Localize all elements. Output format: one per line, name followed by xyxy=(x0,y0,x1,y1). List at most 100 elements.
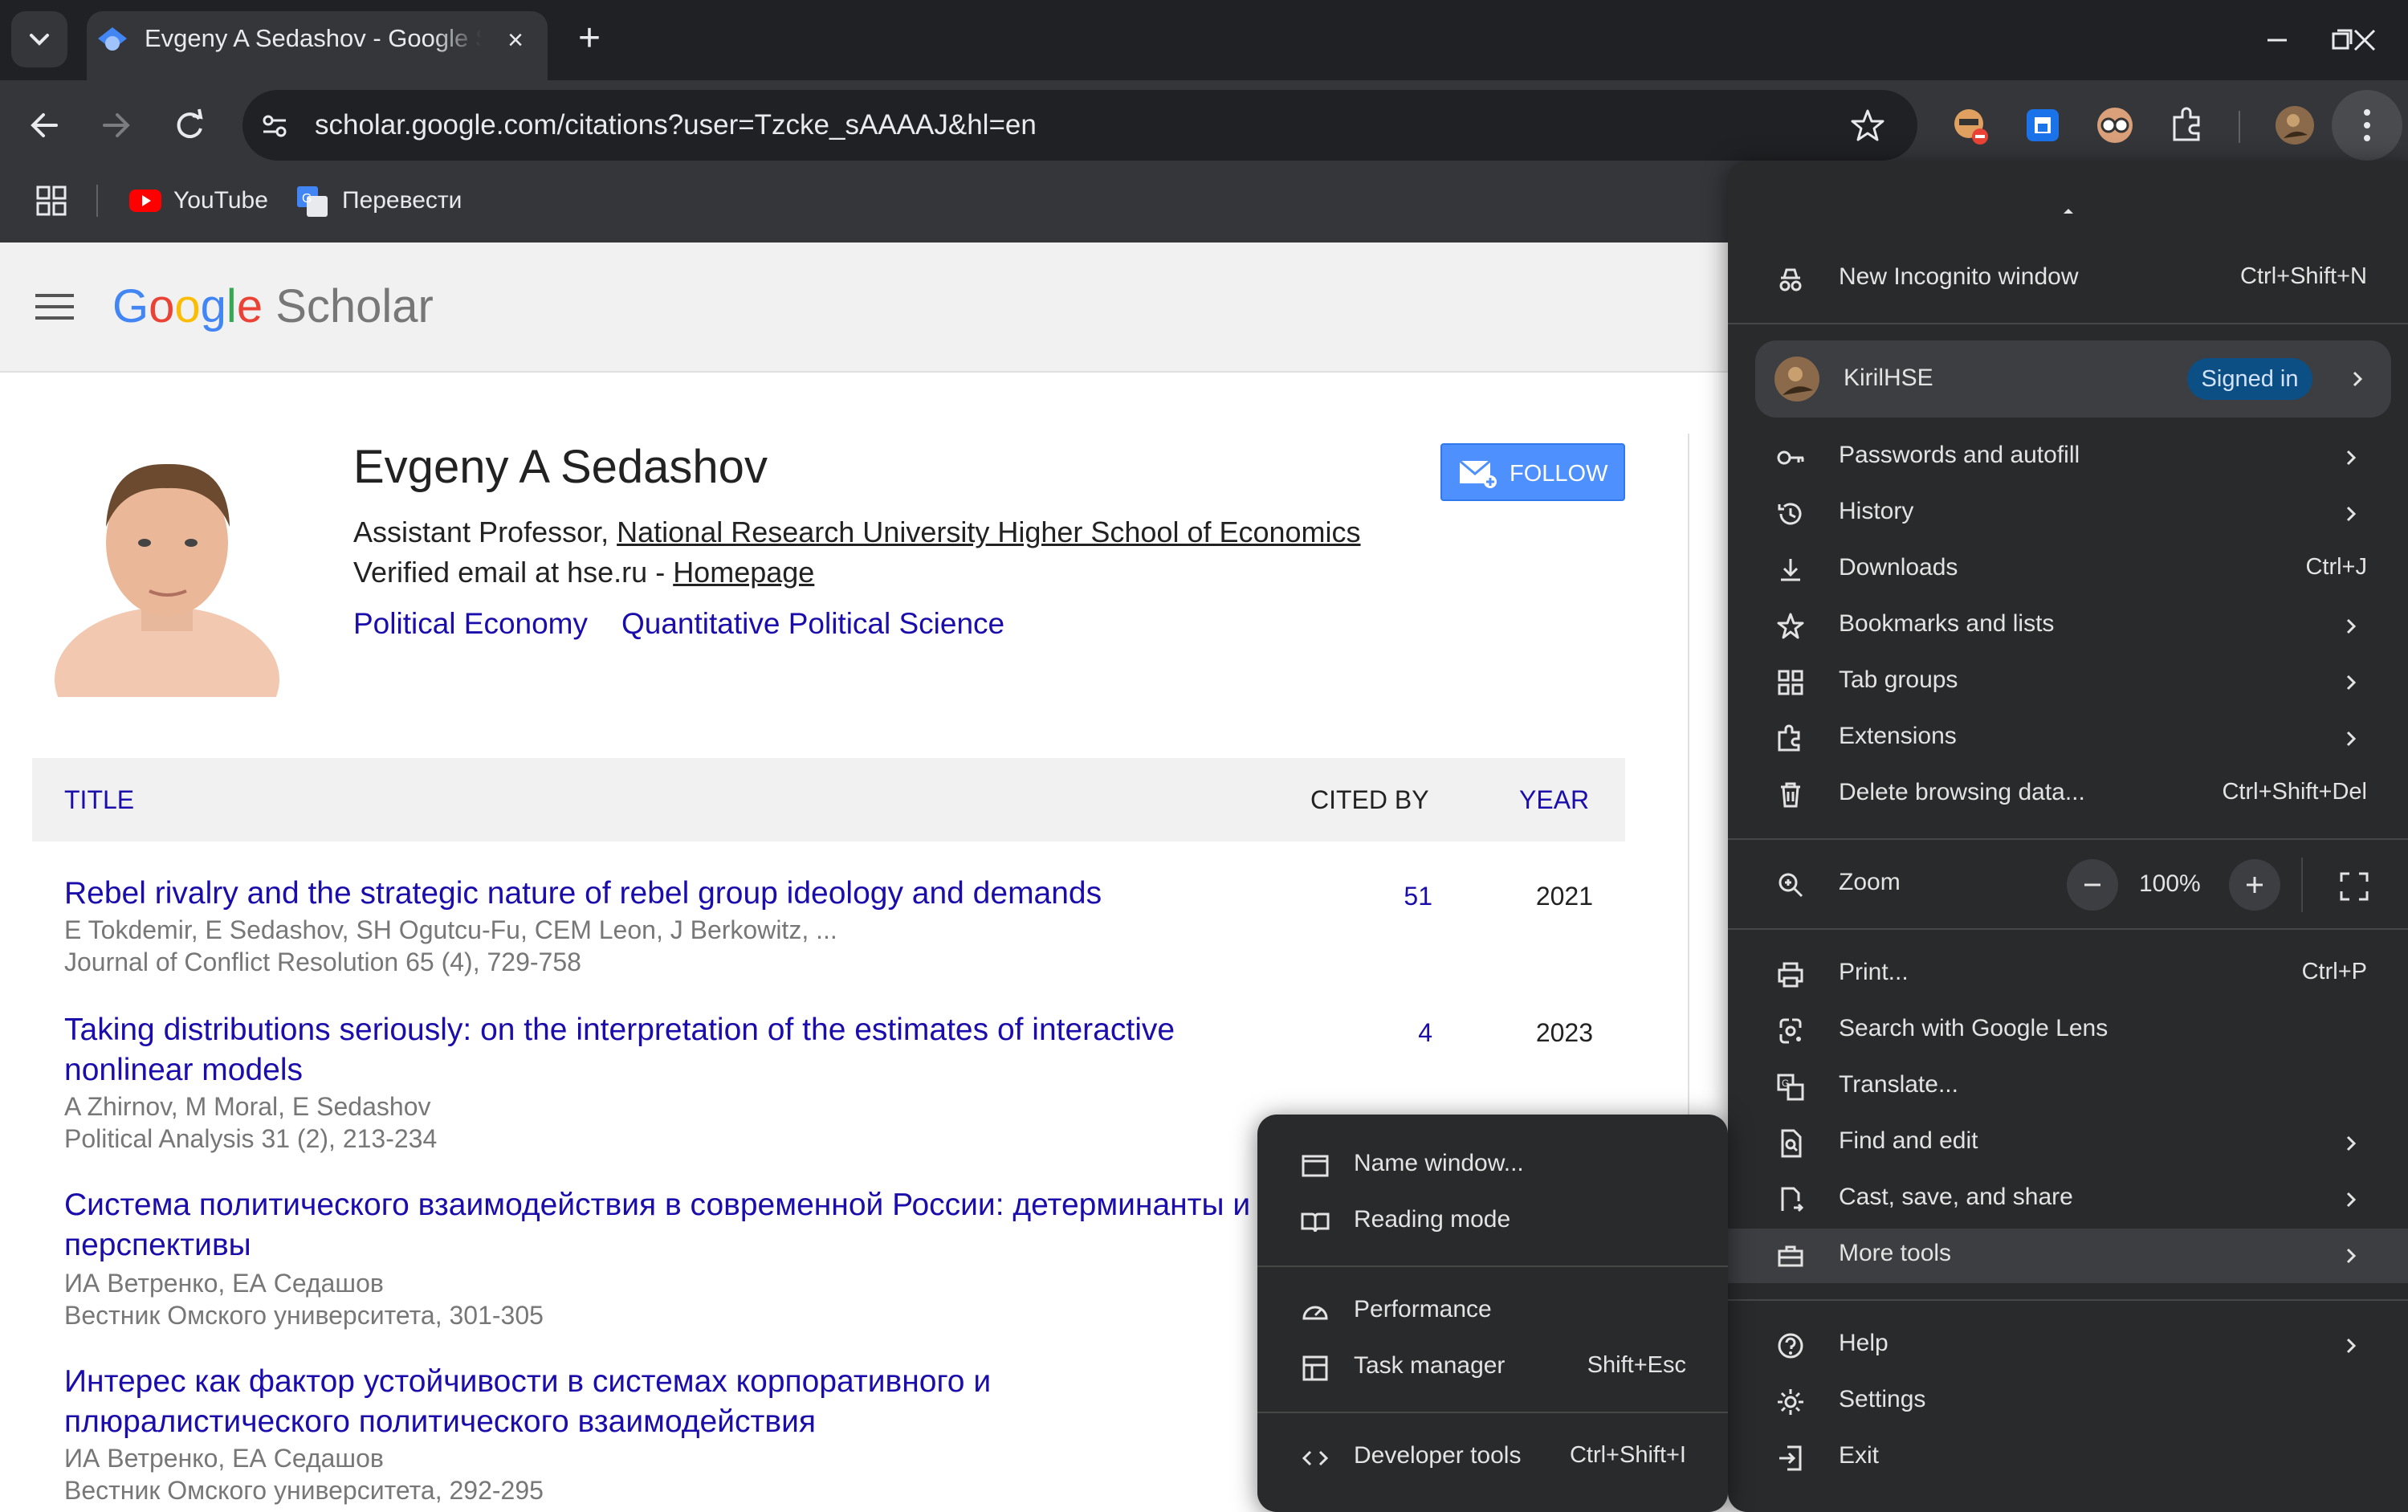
paper-year: 2021 xyxy=(1535,882,1593,911)
lens-icon xyxy=(1779,1018,1802,1044)
chevron-right-icon xyxy=(2346,1192,2357,1208)
homepage-link[interactable]: Homepage xyxy=(673,556,814,589)
paper-venue: Вестник Омского университета, 292-295 xyxy=(64,1476,544,1505)
sort-by-year[interactable]: YEAR xyxy=(1519,785,1589,815)
extension-icon-1[interactable] xyxy=(1948,103,1993,148)
code-icon xyxy=(1302,1450,1329,1466)
fullscreen-button[interactable] xyxy=(2330,862,2378,911)
chevron-right-icon xyxy=(2346,506,2357,522)
menu-search-with-google-lens[interactable]: Search with Google Lens xyxy=(1728,1004,2408,1058)
menu-bookmarks-and-lists[interactable]: Bookmarks and lists xyxy=(1728,599,2408,654)
zoom-level: 100% xyxy=(2139,870,2201,897)
tab-title: Evgeny A Sedashov - Google Scholar xyxy=(145,24,482,52)
bookmark-label: Перевести xyxy=(342,187,462,214)
hamburger-menu-icon[interactable] xyxy=(32,289,77,324)
gear-icon xyxy=(1778,1389,1803,1415)
paper-authors: A Zhirnov, M Moral, E Sedashov xyxy=(64,1092,431,1121)
extension-icon-3[interactable] xyxy=(2092,103,2137,148)
chevron-right-icon xyxy=(2346,1338,2357,1354)
menu-help[interactable]: Help xyxy=(1728,1318,2408,1373)
menu-delete-browsing-data[interactable]: Delete browsing data... Ctrl+Shift+Del xyxy=(1728,768,2408,822)
submenu-reading-mode[interactable]: Reading mode xyxy=(1257,1195,1728,1249)
paper-authors: ИА Ветренко, ЕА Седашов xyxy=(64,1269,384,1298)
minus-icon xyxy=(2084,883,2100,886)
menu-settings[interactable]: Settings xyxy=(1728,1375,2408,1429)
menu-print[interactable]: Print... Ctrl+P xyxy=(1728,948,2408,1002)
toolbar-divider xyxy=(2239,111,2240,143)
paper-title-link[interactable]: Система политического взаимодействия в с… xyxy=(64,1185,1253,1265)
menu-cast-save-and-share[interactable]: Cast, save, and share xyxy=(1728,1172,2408,1227)
paper-title-link[interactable]: Rebel rivalry and the strategic nature o… xyxy=(64,874,1285,914)
paper-title-link[interactable]: Интерес как фактор устойчивости в систем… xyxy=(64,1362,1285,1442)
submenu-name-window[interactable]: Name window... xyxy=(1257,1139,1728,1193)
reload-icon[interactable] xyxy=(164,100,215,151)
menu-extensions[interactable]: Extensions xyxy=(1728,711,2408,766)
google-scholar-favicon xyxy=(98,27,127,51)
topic-political-economy[interactable]: Political Economy xyxy=(353,607,588,641)
menu-new-incognito-window[interactable]: New Incognito window Ctrl+Shift+N xyxy=(1728,252,2408,307)
paper-cited-by[interactable]: 4 xyxy=(1336,1018,1432,1048)
menu-history[interactable]: History xyxy=(1728,487,2408,541)
menu-translate[interactable]: G Translate... xyxy=(1728,1060,2408,1115)
profile-photo xyxy=(45,446,289,697)
chrome-menu-button[interactable] xyxy=(2332,90,2402,161)
sort-by-title[interactable]: TITLE xyxy=(64,785,134,815)
plus-icon xyxy=(2247,877,2263,893)
submenu-performance[interactable]: Performance xyxy=(1257,1285,1728,1339)
menu-find-and-edit[interactable]: Find and edit xyxy=(1728,1116,2408,1171)
scroll-up-arrow-icon[interactable] xyxy=(2059,204,2078,217)
back-icon[interactable] xyxy=(19,100,71,151)
svg-text:G: G xyxy=(1782,1078,1789,1089)
tab-close-icon[interactable]: × xyxy=(498,22,533,58)
translate-icon: G xyxy=(1777,1074,1804,1101)
exit-icon xyxy=(1779,1445,1802,1471)
topic-quantitative-political-science[interactable]: Quantitative Political Science xyxy=(621,607,1004,641)
close-window-button[interactable] xyxy=(2332,16,2396,64)
menu-exit[interactable]: Exit xyxy=(1728,1431,2408,1486)
menu-tab-groups[interactable]: Tab groups xyxy=(1728,655,2408,710)
bookmark-label: YouTube xyxy=(173,187,268,214)
chevron-right-icon xyxy=(2346,618,2357,634)
profile-name-label: KirilHSE xyxy=(1844,365,1933,391)
zoom-in-button[interactable] xyxy=(2229,859,2280,911)
menu-profile-row[interactable]: KirilHSE Signed in xyxy=(1755,340,2391,418)
minimize-button[interactable] xyxy=(2245,16,2309,64)
tab-groups-icon xyxy=(1778,670,1803,695)
profile-position: Assistant Professor, National Research U… xyxy=(353,516,1361,548)
download-icon xyxy=(1781,559,1800,581)
menu-passwords-and-autofill[interactable]: Passwords and autofill xyxy=(1728,430,2408,485)
google-scholar-logo[interactable]: Google Scholar xyxy=(112,279,434,333)
menu-downloads[interactable]: Downloads Ctrl+J xyxy=(1728,543,2408,597)
apps-grid-icon[interactable] xyxy=(35,185,67,217)
submenu-task-manager[interactable]: Task manager Shift+Esc xyxy=(1257,1341,1728,1396)
bookmark-translate[interactable]: G Перевести xyxy=(294,180,487,222)
bookmark-star-icon[interactable] xyxy=(1848,106,1887,145)
submenu-developer-tools[interactable]: Developer tools Ctrl+Shift+I xyxy=(1257,1431,1728,1486)
extensions-puzzle-icon[interactable] xyxy=(2165,103,2210,148)
extension-icon-2[interactable] xyxy=(2020,103,2065,148)
print-icon xyxy=(1778,962,1803,988)
star-icon xyxy=(1777,613,1804,639)
menu-more-tools[interactable]: More tools xyxy=(1728,1229,2408,1283)
task-manager-icon xyxy=(1302,1355,1328,1381)
key-icon xyxy=(1777,450,1804,465)
paper-cited-by[interactable]: 51 xyxy=(1336,882,1432,911)
puzzle-icon xyxy=(1778,724,1800,752)
tab-search-button[interactable] xyxy=(11,11,67,67)
profile-name: Evgeny A Sedashov xyxy=(353,441,768,493)
zoom-out-button[interactable] xyxy=(2067,859,2118,911)
menu-separator xyxy=(1728,928,2408,930)
forward-icon[interactable] xyxy=(90,100,141,151)
bookmark-youtube[interactable]: YouTube xyxy=(125,180,278,222)
follow-button[interactable]: FOLLOW xyxy=(1440,443,1625,501)
affiliation-link[interactable]: National Research University Higher Scho… xyxy=(617,516,1360,548)
help-icon xyxy=(1778,1333,1803,1359)
paper-title-link[interactable]: Taking distributions seriously: on the i… xyxy=(64,1010,1285,1090)
paper-authors: ИА Ветренко, ЕА Седашов xyxy=(64,1444,384,1473)
speedometer-icon xyxy=(1302,1306,1328,1320)
menu-separator xyxy=(1728,1299,2408,1301)
site-info-icon[interactable] xyxy=(255,106,294,145)
chevron-right-icon xyxy=(2353,371,2363,387)
new-tab-button[interactable]: + xyxy=(567,18,612,63)
profile-avatar[interactable] xyxy=(2272,103,2317,148)
